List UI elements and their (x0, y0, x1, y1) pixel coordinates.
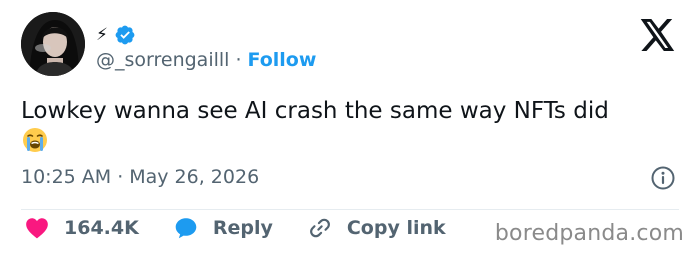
avatar-image (21, 12, 85, 76)
likes-count: 164.4K (64, 217, 139, 239)
timestamp-separator: · (117, 166, 124, 188)
link-icon (309, 218, 330, 238)
follow-button[interactable]: Follow (248, 49, 317, 71)
tweet-time: 10:25 AM (21, 166, 112, 188)
copy-link-button[interactable]: Copy link (307, 215, 446, 241)
tweet-timestamp[interactable]: 10:25 AM · May 26, 2026 (21, 166, 259, 188)
reply-bubble-icon (175, 218, 197, 239)
author-name-row: ⚡ (96, 22, 136, 48)
handle-separator: · (235, 49, 242, 71)
divider (21, 209, 679, 210)
x-logo-icon[interactable] (640, 19, 676, 51)
loudly-crying-face-icon (21, 126, 49, 154)
watermark: boredpanda.com (494, 221, 684, 246)
display-name[interactable]: ⚡ (96, 26, 108, 44)
tweet-text: Lowkey wanna see AI crash the same way N… (21, 98, 609, 124)
tweet-actions: 164.4K Reply Copy link (24, 213, 480, 243)
verified-badge-icon (114, 24, 136, 46)
like-button[interactable]: 164.4K (24, 215, 139, 241)
reply-label: Reply (212, 217, 273, 239)
reply-button[interactable]: Reply (173, 215, 273, 241)
tweet-date: May 26, 2026 (129, 166, 260, 188)
info-icon[interactable] (650, 165, 676, 191)
heart-icon (26, 218, 48, 239)
author-handle-row: @_sorrengailll · Follow (96, 48, 316, 72)
copy-link-label: Copy link (346, 217, 446, 239)
avatar[interactable] (21, 12, 85, 76)
author-handle[interactable]: @_sorrengailll (96, 49, 229, 71)
